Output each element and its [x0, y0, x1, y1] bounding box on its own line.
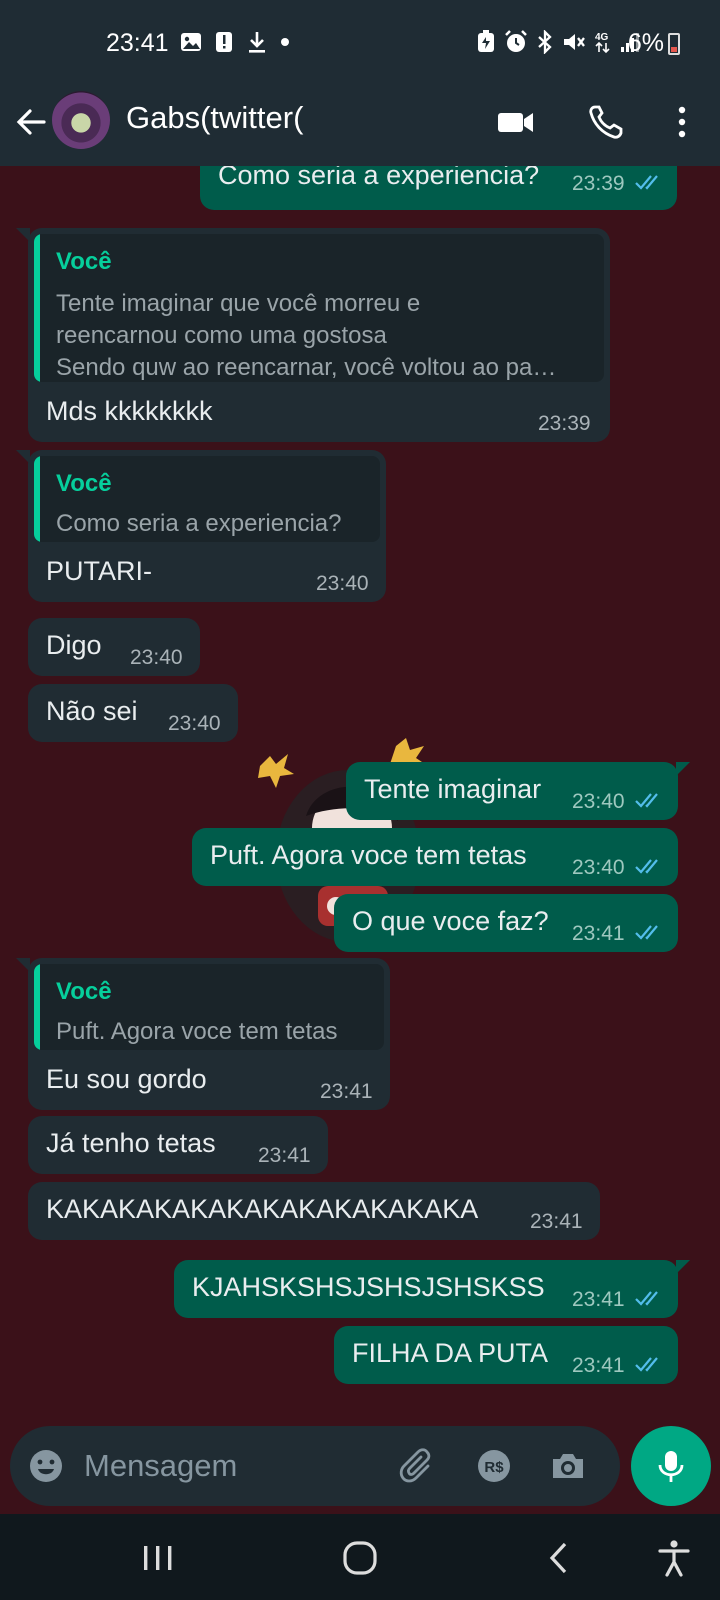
battery-percent: 6% — [627, 29, 664, 57]
svg-text:R$: R$ — [484, 1459, 504, 1476]
home-icon[interactable] — [340, 1538, 380, 1578]
message-time: 23:41 — [572, 1354, 625, 1377]
battery-saver-icon — [478, 30, 494, 52]
message-time: 23:41 — [530, 1210, 583, 1233]
read-ticks-icon — [635, 1357, 658, 1372]
read-ticks-icon — [635, 793, 658, 808]
message-bubble-outgoing[interactable]: Tente imaginar 23:40 — [346, 762, 690, 820]
alarm-icon — [505, 30, 527, 52]
alert-icon — [216, 32, 232, 52]
message-time: 23:40 — [572, 790, 625, 813]
payment-icon[interactable]: R$ — [474, 1446, 514, 1486]
quote-line: Sendo quw ao reencarnar, você voltou ao … — [56, 354, 557, 381]
video-call-icon[interactable] — [496, 102, 536, 142]
system-nav-bar — [0, 1514, 720, 1600]
message-time: 23:41 — [320, 1080, 373, 1103]
message-input[interactable]: Mensagem — [84, 1448, 237, 1484]
message-text: PUTARI- — [46, 556, 152, 586]
nav-back-icon[interactable] — [540, 1538, 580, 1578]
message-text: FILHA DA PUTA — [352, 1338, 549, 1368]
message-bubble-outgoing[interactable]: Como seria a experiencia? 23:39 — [200, 166, 677, 210]
quote-author: Você — [56, 978, 112, 1005]
quoted-message[interactable]: Você Tente imaginar que você morreu e re… — [34, 234, 604, 382]
status-bar: 23:41 4G 6% — [0, 0, 720, 88]
message-time: 23:40 — [130, 646, 183, 669]
message-bubble-incoming[interactable]: Você Puft. Agora voce tem tetas Eu sou g… — [16, 958, 390, 1110]
4g-icon: 4G — [595, 32, 610, 54]
message-text: KAKAKAKAKAKAKAKAKAKAKAKA — [46, 1194, 479, 1224]
chat-header: Gabs(twitter( — [0, 88, 720, 166]
message-time: 23:39 — [538, 412, 591, 435]
message-bubble-incoming[interactable]: Digo 23:40 — [28, 618, 200, 676]
message-bubble-incoming[interactable]: KAKAKAKAKAKAKAKAKAKAKAKA 23:41 — [28, 1182, 600, 1240]
status-time: 23:41 — [106, 29, 169, 57]
message-text: Como seria a experiencia? — [218, 166, 540, 190]
message-text: Digo — [46, 630, 102, 660]
message-time: 23:41 — [258, 1144, 311, 1167]
system-icons: 4G — [476, 30, 640, 54]
avatar[interactable] — [52, 91, 110, 149]
mute-icon — [564, 34, 585, 50]
message-text: KJAHSKSHSJSHSJSHSKSS — [192, 1272, 545, 1302]
contact-name[interactable]: Gabs(twitter( — [126, 100, 303, 136]
message-time: 23:41 — [572, 1288, 625, 1311]
image-icon — [181, 33, 201, 51]
download-icon — [249, 32, 265, 53]
voice-call-icon[interactable] — [586, 102, 626, 142]
read-ticks-icon — [635, 175, 658, 190]
message-time: 23:41 — [572, 922, 625, 945]
message-text: Não sei — [46, 696, 138, 726]
message-time: 23:40 — [572, 856, 625, 879]
mic-button[interactable] — [631, 1426, 711, 1506]
message-text: Mds kkkkkkkk — [46, 396, 213, 426]
message-text: Tente imaginar — [364, 774, 542, 804]
recent-apps-icon[interactable] — [138, 1538, 178, 1578]
message-input-bar[interactable]: Mensagem R$ — [10, 1426, 620, 1506]
quote-author: Você — [56, 470, 112, 497]
chat-messages[interactable]: Como seria a experiencia? 23:39 Você Ten… — [0, 166, 720, 1420]
message-bubble-incoming[interactable]: Não sei 23:40 — [28, 684, 238, 742]
message-time: 23:40 — [168, 712, 221, 735]
message-text: O que voce faz? — [352, 906, 549, 936]
quote-line: Puft. Agora voce tem tetas — [56, 1018, 338, 1045]
message-text: Puft. Agora voce tem tetas — [210, 840, 527, 870]
accessibility-icon[interactable] — [654, 1538, 694, 1578]
message-text: Já tenho tetas — [46, 1128, 216, 1158]
mic-icon — [658, 1451, 684, 1482]
message-bubble-incoming[interactable]: Você Tente imaginar que você morreu e re… — [16, 228, 610, 442]
emoji-icon[interactable] — [26, 1446, 66, 1486]
battery-icon — [668, 33, 680, 55]
message-bubble-outgoing[interactable]: KJAHSKSHSJSHSJSHSKSS 23:41 — [174, 1260, 690, 1318]
quoted-message[interactable]: Você Puft. Agora voce tem tetas — [34, 964, 384, 1050]
attach-icon[interactable] — [398, 1446, 438, 1486]
quote-line: Como seria a experiencia? — [56, 510, 342, 537]
dot-icon — [281, 38, 289, 46]
message-bubble-outgoing[interactable]: FILHA DA PUTA 23:41 — [334, 1326, 678, 1384]
read-ticks-icon — [635, 1291, 658, 1306]
message-bubble-incoming[interactable]: Você Como seria a experiencia? PUTARI- 2… — [16, 450, 386, 602]
camera-icon[interactable] — [548, 1446, 588, 1486]
svg-text:4G: 4G — [595, 32, 609, 43]
quoted-message[interactable]: Você Como seria a experiencia? — [34, 456, 380, 542]
bluetooth-icon — [538, 30, 552, 54]
back-arrow-icon[interactable] — [12, 102, 52, 142]
quote-line: reencarnou como uma gostosa — [56, 322, 387, 349]
message-time: 23:39 — [572, 172, 625, 195]
quote-line: Tente imaginar que você morreu e — [56, 290, 421, 317]
notification-icons — [180, 30, 290, 54]
message-bubble-incoming[interactable]: Já tenho tetas 23:41 — [28, 1116, 328, 1174]
message-bubble-outgoing[interactable]: O que voce faz? 23:41 — [334, 894, 678, 952]
quote-author: Você — [56, 248, 112, 275]
read-ticks-icon — [635, 859, 658, 874]
more-options-icon[interactable] — [662, 102, 702, 142]
read-ticks-icon — [635, 925, 658, 940]
message-text: Eu sou gordo — [46, 1064, 207, 1094]
message-time: 23:40 — [316, 572, 369, 595]
message-bubble-outgoing[interactable]: Puft. Agora voce tem tetas 23:40 — [192, 828, 678, 886]
